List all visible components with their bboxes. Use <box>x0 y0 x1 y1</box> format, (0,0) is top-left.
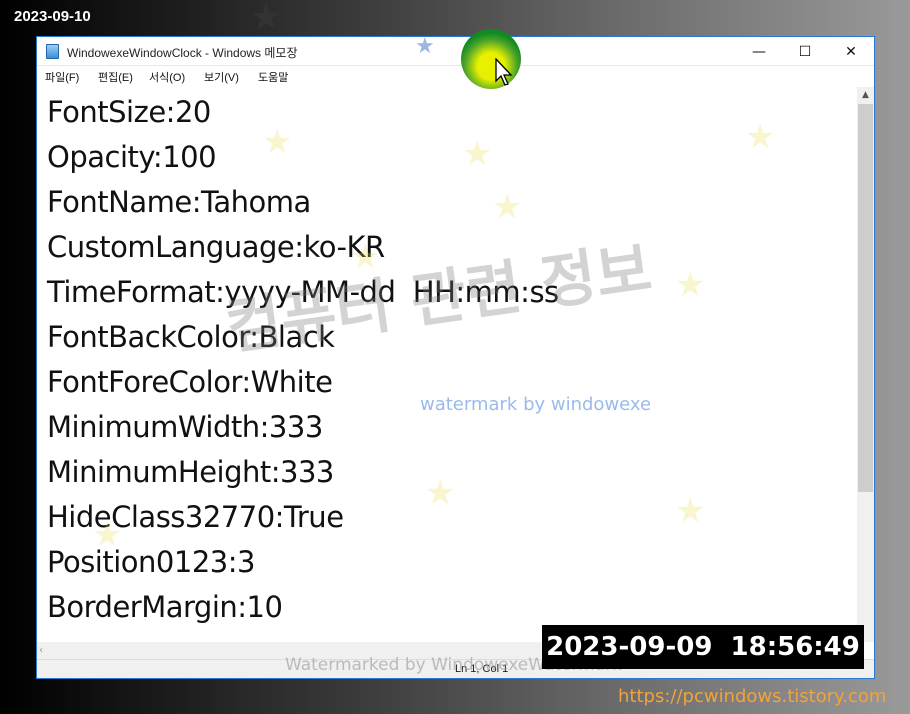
menu-view[interactable]: 보기(V) <box>204 69 239 85</box>
watermark-star-icon: ★ <box>462 134 493 174</box>
menu-bar: 파일(F) 편집(E) 서식(O) 보기(V) 도움말 <box>37 66 874 87</box>
watermark-blue-text: watermark by windowexe <box>420 394 652 415</box>
watermark-star-icon: ★ <box>425 473 456 513</box>
vertical-scrollbar[interactable]: ▲ <box>857 87 874 642</box>
desktop-date-label: 2023-09-10 <box>14 8 91 25</box>
menu-edit[interactable]: 편집(E) <box>98 69 133 85</box>
scroll-left-arrow-icon[interactable]: ‹ <box>39 642 43 659</box>
clock-overlay: 2023-09-09 18:56:49 <box>542 625 864 669</box>
editor-line: BorderMargin:10 <box>47 590 283 624</box>
menu-format[interactable]: 서식(O) <box>149 69 185 85</box>
close-button[interactable]: ✕ <box>828 37 874 66</box>
editor-line: CustomLanguage:ko-KR <box>47 230 385 264</box>
editor-line: FontForeColor:White <box>47 365 333 399</box>
vertical-scroll-thumb[interactable] <box>858 104 873 492</box>
menu-file[interactable]: 파일(F) <box>45 69 79 85</box>
text-editor-area[interactable]: FontSize:20 Opacity:100 FontName:Tahoma … <box>37 87 857 642</box>
watermark-star-icon: ★ <box>415 34 435 59</box>
maximize-button[interactable]: ☐ <box>782 37 828 66</box>
editor-line: Position0123:3 <box>47 545 255 579</box>
editor-line: FontName:Tahoma <box>47 185 311 219</box>
minimize-button[interactable]: — <box>736 37 782 66</box>
mouse-pointer-icon <box>495 58 513 86</box>
scroll-up-arrow-icon[interactable]: ▲ <box>857 87 874 104</box>
desktop-star-icon: ★ <box>250 0 283 38</box>
site-url[interactable]: https://pcwindows.tistory.com <box>618 686 886 707</box>
watermark-star-icon: ★ <box>745 117 776 157</box>
watermark-star-icon: ★ <box>92 515 123 555</box>
window-title: WindowexeWindowClock - Windows 메모장 <box>67 46 298 60</box>
title-bar[interactable]: WindowexeWindowClock - Windows 메모장 — ☐ ✕ <box>37 37 874 66</box>
menu-help[interactable]: 도움말 <box>258 69 288 85</box>
watermark-star-icon: ★ <box>492 187 523 227</box>
watermark-star-icon: ★ <box>675 265 706 305</box>
notepad-icon <box>46 44 59 59</box>
editor-line: FontSize:20 <box>47 95 211 129</box>
editor-line: MinimumWidth:333 <box>47 410 323 444</box>
watermark-star-icon: ★ <box>262 122 293 162</box>
editor-line: Opacity:100 <box>47 140 217 174</box>
watermark-star-icon: ★ <box>675 491 706 531</box>
editor-line: MinimumHeight:333 <box>47 455 334 489</box>
